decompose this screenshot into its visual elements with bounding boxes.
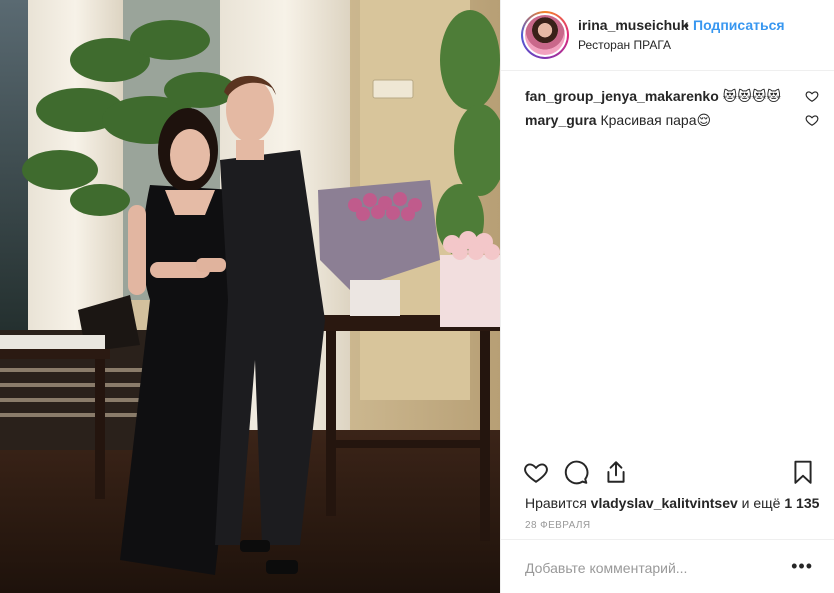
comment-input[interactable]: Добавьте комментарий... (525, 560, 687, 576)
comment-text: 😻😻😻😻 (722, 88, 782, 104)
follow-button[interactable]: Подписаться (693, 17, 785, 33)
comment-item: mary_gura Красивая пара😌 (525, 111, 819, 135)
comments-list: fan_group_jenya_makarenko 😻😻😻😻 mary_gura… (525, 87, 819, 135)
comment-username[interactable]: fan_group_jenya_makarenko (525, 88, 719, 104)
likes-prefix: Нравится (525, 495, 587, 511)
likes-suffix: и ещё (741, 495, 781, 511)
post-sidebar: irina_museichuk • Подписаться Ресторан П… (500, 0, 834, 593)
share-icon[interactable] (603, 459, 629, 485)
location-link[interactable]: Ресторан ПРАГА (578, 38, 671, 52)
comment-text: Красивая пара😌 (600, 112, 712, 128)
comment-item: fan_group_jenya_makarenko 😻😻😻😻 (525, 87, 819, 111)
separator-dot: • (684, 17, 689, 33)
likes-user-link[interactable]: vladyslav_kalitvintsev (591, 495, 738, 511)
more-options-icon[interactable]: ••• (791, 556, 813, 577)
add-comment-box: Добавьте комментарий... ••• (501, 539, 834, 593)
comment-username[interactable]: mary_gura (525, 112, 597, 128)
post-date[interactable]: 28 ФЕВРАЛЯ (525, 520, 591, 531)
heart-icon[interactable] (523, 459, 549, 485)
post-header: irina_museichuk • Подписаться Ресторан П… (501, 0, 834, 71)
avatar-image (525, 15, 565, 55)
username-link[interactable]: irina_museichuk (578, 17, 689, 33)
bookmark-icon[interactable] (790, 459, 816, 485)
avatar-frame (523, 13, 567, 57)
likes-count[interactable]: 1 135 (784, 495, 819, 511)
post-photo[interactable] (0, 0, 500, 593)
comment-icon[interactable] (563, 459, 589, 485)
post-photo-illustration (0, 0, 500, 593)
heart-icon[interactable] (805, 113, 819, 127)
likes-summary: Нравится vladyslav_kalitvintsev и ещё 1 … (525, 495, 819, 511)
action-bar (501, 449, 834, 489)
heart-icon[interactable] (805, 89, 819, 103)
avatar[interactable] (521, 11, 569, 59)
